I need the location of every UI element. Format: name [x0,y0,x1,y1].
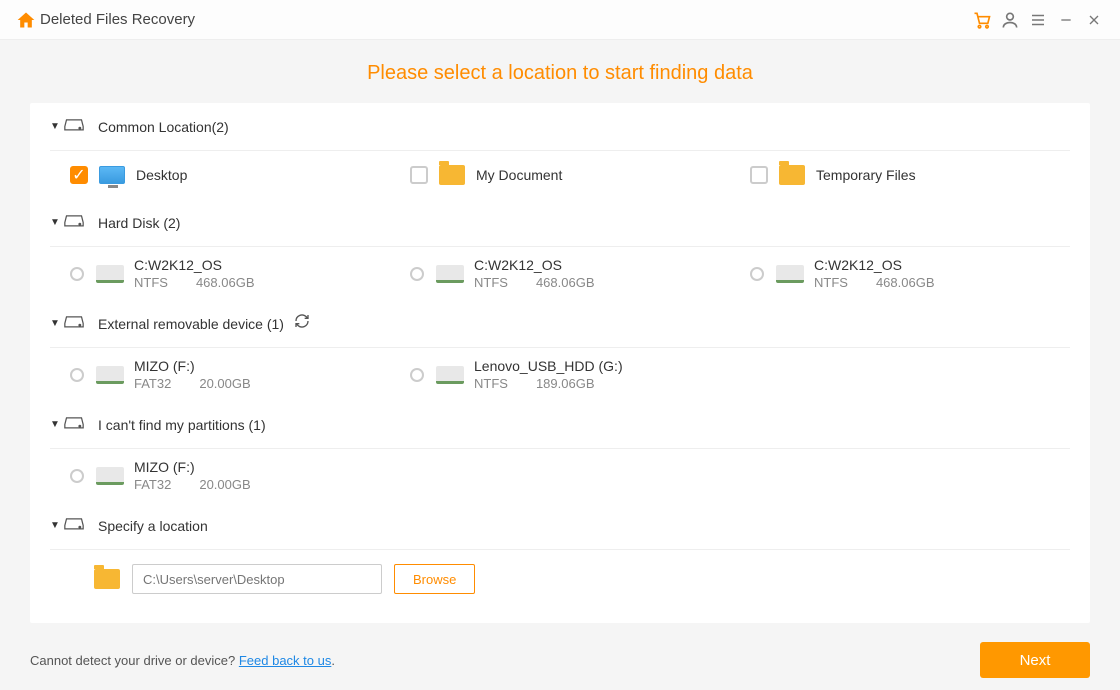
menu-icon[interactable] [1024,6,1052,34]
drive-size: 20.00GB [199,376,250,391]
hard-disk-items: C:W2K12_OS NTFS 468.06GB C:W2K12_OS NTFS 4… [50,247,1070,300]
drive-size: 189.06GB [536,376,595,391]
section-label: Specify a location [98,518,208,534]
section-specify[interactable]: ▼ Specify a location [50,502,1070,550]
chevron-down-icon: ▼ [50,318,64,329]
cart-icon[interactable] [968,6,996,34]
path-input[interactable] [132,564,382,594]
item-label: Desktop [136,167,187,183]
hdd-icon [96,462,124,490]
next-button[interactable]: Next [980,642,1090,678]
section-label: Common Location(2) [98,119,229,135]
chevron-down-icon: ▼ [50,419,64,430]
close-icon[interactable] [1080,6,1108,34]
drive-item[interactable]: C:W2K12_OS NTFS 468.06GB [70,257,390,290]
drive-fs: NTFS [474,376,508,391]
titlebar: Deleted Files Recovery [0,0,1120,40]
drive-name: Lenovo_USB_HDD (G:) [474,358,623,374]
hdd-icon [436,260,464,288]
radio[interactable] [750,267,764,281]
drive-size: 468.06GB [876,275,935,290]
section-cant-find[interactable]: ▼ I can't find my partitions (1) [50,401,1070,449]
drive-icon [64,313,88,334]
radio[interactable] [70,368,84,382]
user-icon[interactable] [996,6,1024,34]
drive-name: C:W2K12_OS [814,257,935,273]
browse-button[interactable]: Browse [394,564,475,594]
location-panel: ▼ Common Location(2) ✓ Desktop My Docume… [30,103,1090,623]
drive-icon [64,414,88,435]
checkbox[interactable]: ✓ [70,166,88,184]
footer-prefix: Cannot detect your drive or device? [30,653,239,668]
section-hard-disk[interactable]: ▼ Hard Disk (2) [50,199,1070,247]
drive-item[interactable]: MIZO (F:) FAT32 20.00GB [70,358,390,391]
drive-size: 468.06GB [536,275,595,290]
folder-icon [778,161,806,189]
drive-item[interactable]: C:W2K12_OS NTFS 468.06GB [750,257,1070,290]
footer-message: Cannot detect your drive or device? Feed… [30,653,335,668]
drive-size: 20.00GB [199,477,250,492]
drive-name: C:W2K12_OS [134,257,255,273]
drive-fs: NTFS [134,275,168,290]
folder-icon [438,161,466,189]
chevron-down-icon: ▼ [50,217,64,228]
radio[interactable] [70,267,84,281]
refresh-icon[interactable] [294,313,310,334]
drive-fs: FAT32 [134,376,171,391]
item-label: Temporary Files [816,167,916,183]
drive-fs: NTFS [814,275,848,290]
drive-name: MIZO (F:) [134,358,251,374]
drive-size: 468.06GB [196,275,255,290]
drive-item[interactable]: MIZO (F:) FAT32 20.00GB [70,459,390,492]
external-items: MIZO (F:) FAT32 20.00GB Lenovo_USB_HDD (G… [50,348,1070,401]
checkbox[interactable] [750,166,768,184]
radio[interactable] [70,469,84,483]
drive-icon [64,116,88,137]
radio[interactable] [410,267,424,281]
cant-find-items: MIZO (F:) FAT32 20.00GB [50,449,1070,502]
drive-icon [64,515,88,536]
section-external[interactable]: ▼ External removable device (1) [50,300,1070,348]
hdd-icon [96,361,124,389]
section-label: Hard Disk (2) [98,215,180,231]
common-items: ✓ Desktop My Document Temporary Files [50,151,1070,199]
feedback-link[interactable]: Feed back to us [239,653,332,668]
home-icon[interactable] [12,6,40,34]
drive-item[interactable]: Lenovo_USB_HDD (G:) NTFS 189.06GB [410,358,730,391]
drive-fs: FAT32 [134,477,171,492]
drive-icon [64,212,88,233]
minimize-icon[interactable] [1052,6,1080,34]
location-item-desktop[interactable]: ✓ Desktop [70,161,390,189]
hdd-icon [776,260,804,288]
folder-icon [94,569,120,589]
location-item-my-document[interactable]: My Document [410,161,730,189]
hdd-icon [96,260,124,288]
hdd-icon [436,361,464,389]
footer-suffix: . [331,653,335,668]
location-item-temporary-files[interactable]: Temporary Files [750,161,1070,189]
chevron-down-icon: ▼ [50,520,64,531]
section-common-location[interactable]: ▼ Common Location(2) [50,103,1070,151]
chevron-down-icon: ▼ [50,121,64,132]
radio[interactable] [410,368,424,382]
window-title: Deleted Files Recovery [40,11,195,28]
drive-name: C:W2K12_OS [474,257,595,273]
specify-row: Browse [50,550,1070,608]
drive-fs: NTFS [474,275,508,290]
page-subtitle: Please select a location to start findin… [0,40,1120,103]
section-label: I can't find my partitions (1) [98,417,266,433]
monitor-icon [98,161,126,189]
checkbox[interactable] [410,166,428,184]
drive-item[interactable]: C:W2K12_OS NTFS 468.06GB [410,257,730,290]
drive-name: MIZO (F:) [134,459,251,475]
item-label: My Document [476,167,562,183]
section-label: External removable device (1) [98,316,284,332]
footer: Cannot detect your drive or device? Feed… [0,630,1120,690]
